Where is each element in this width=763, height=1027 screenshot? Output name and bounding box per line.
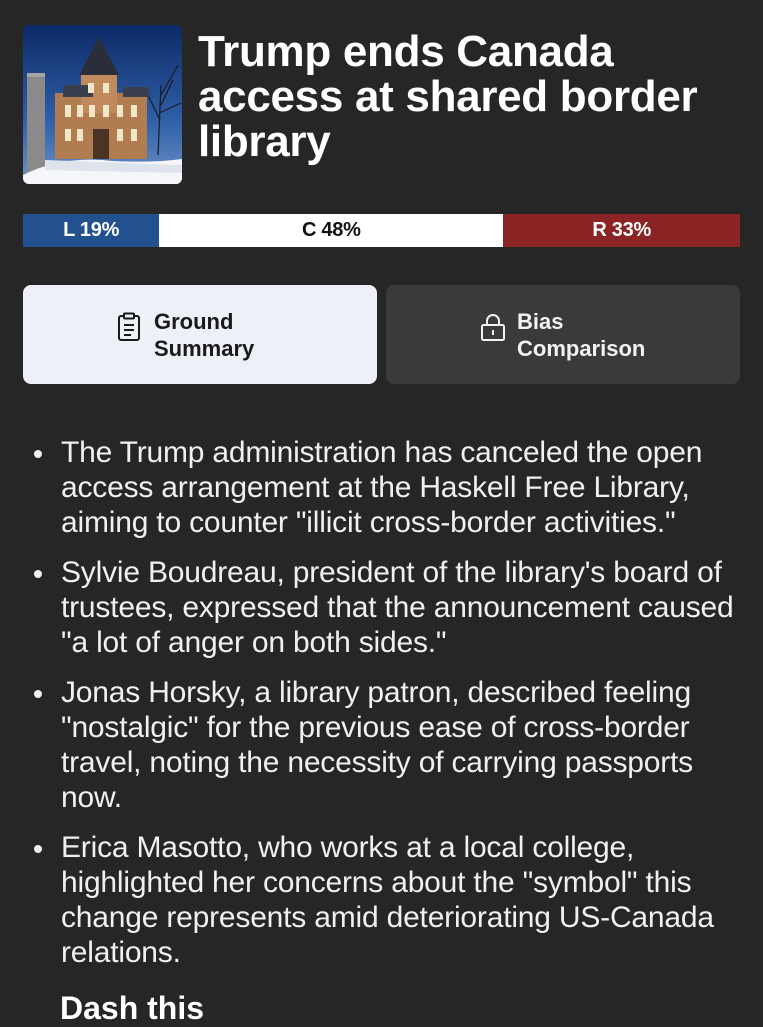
tab-ground-summary-label: Ground Summary <box>154 308 255 361</box>
bias-left-label: L 19% <box>63 219 120 241</box>
bias-left-segment: L 19% <box>23 214 160 247</box>
tab-bias-comparison[interactable]: Bias Comparison <box>386 285 740 384</box>
tab-bias-comparison-label: Bias Comparison <box>517 308 646 361</box>
summary-bullet: Jonas Horsky, a library patron, describe… <box>30 675 745 815</box>
bias-center-segment: C 48% <box>159 214 504 247</box>
summary-bullet-text: Jonas Horsky, a library patron, describe… <box>61 676 693 814</box>
bias-right-segment: R 33% <box>503 214 740 247</box>
article-headline[interactable]: Trump ends Canada access at shared borde… <box>198 29 718 164</box>
tab-ground-summary[interactable]: Ground Summary <box>23 285 377 384</box>
article-thumbnail[interactable] <box>23 25 182 184</box>
summary-bullet: Sylvie Boudreau, president of the librar… <box>30 555 745 660</box>
bullet-dot <box>34 845 42 853</box>
summary-bullet-text: The Trump administration has canceled th… <box>61 436 703 539</box>
summary-tabs: Ground Summary Bias Comparison <box>23 285 740 384</box>
lock-icon <box>481 313 505 341</box>
clipboard-icon <box>118 312 140 341</box>
bullet-dot <box>34 690 42 698</box>
bias-center-label: C 48% <box>302 219 361 241</box>
summary-bullet-text: Sylvie Boudreau, president of the librar… <box>61 556 734 659</box>
bullet-dot <box>34 450 42 458</box>
bullet-dot <box>34 570 42 578</box>
summary-bullet-list: The Trump administration has canceled th… <box>30 435 745 985</box>
summary-bullet-text: Erica Masotto, who works at a local coll… <box>61 831 714 969</box>
bias-distribution-bar: L 19% C 48% R 33% <box>23 214 740 247</box>
article-header: Trump ends Canada access at shared borde… <box>23 25 743 185</box>
library-building-photo <box>23 25 182 184</box>
next-section-heading: Dash this <box>60 990 205 1026</box>
bias-right-label: R 33% <box>592 219 651 241</box>
summary-bullet: The Trump administration has canceled th… <box>30 435 745 540</box>
summary-bullet: Erica Masotto, who works at a local coll… <box>30 830 745 970</box>
